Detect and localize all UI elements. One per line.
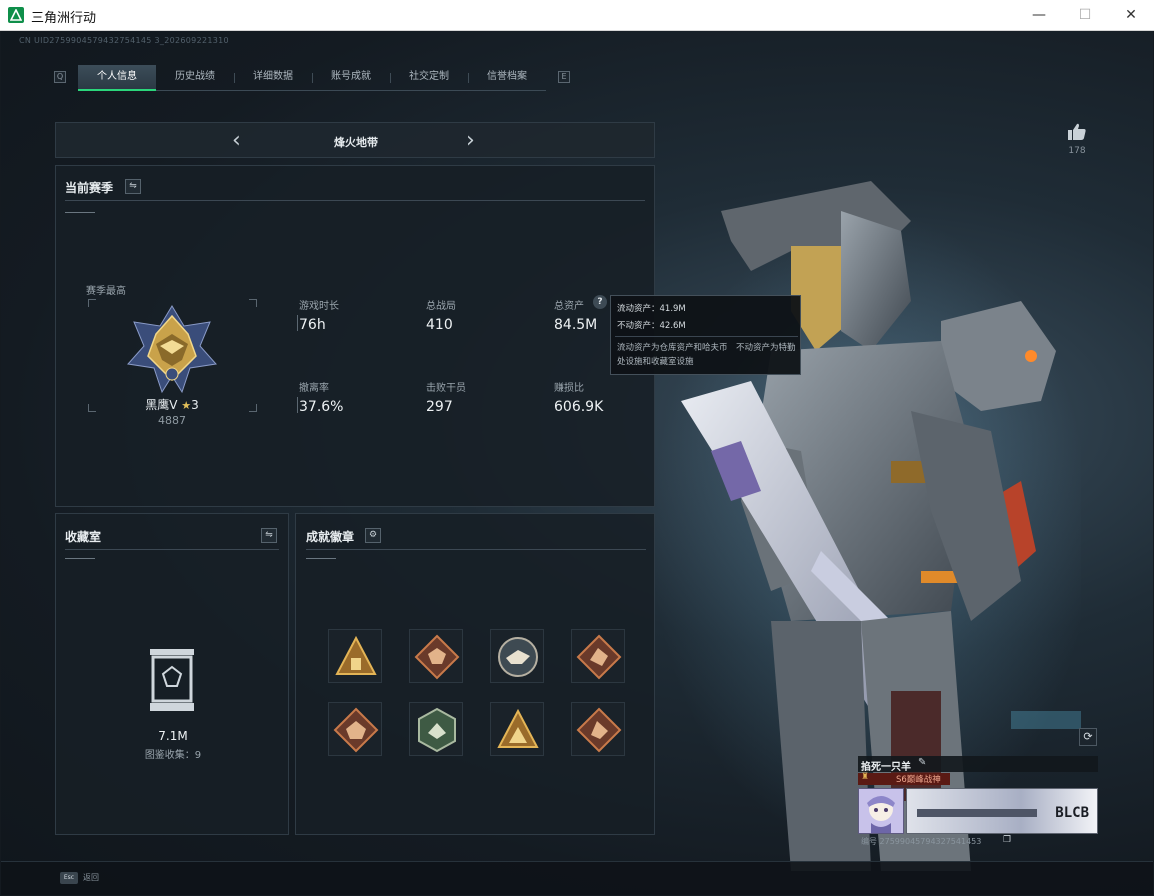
tab-reputation[interactable]: 信誉档案 — [468, 65, 546, 91]
season-title: 当前赛季 — [65, 181, 114, 195]
rotate-view-icon[interactable]: ⟳ — [1079, 728, 1097, 746]
player-title-tag: ♜ S6巅峰战神 — [858, 772, 950, 785]
stat-label-profit-ratio: 赚损比 — [554, 383, 584, 394]
tab-separator — [390, 73, 391, 83]
section-divider — [65, 200, 645, 201]
tab-detailed-data[interactable]: 详细数据 — [234, 65, 312, 91]
player-id: 编号 27599045794327541453 — [861, 837, 982, 846]
edit-name-icon[interactable]: ✎ — [918, 757, 926, 768]
achievement-badge[interactable] — [409, 629, 463, 683]
tab-next-key[interactable]: E — [558, 71, 570, 83]
achievement-badge[interactable] — [490, 629, 544, 683]
season-highest-label: 赛季最高 — [86, 286, 126, 297]
swap-collection-icon[interactable]: ⇋ — [261, 528, 277, 543]
tab-social[interactable]: 社交定制 — [390, 65, 468, 91]
banner-text: BLCB — [1055, 805, 1089, 821]
esc-key-hint[interactable]: Esc — [60, 872, 78, 884]
achievements-panel: 成就徽章 ⚙ — [295, 513, 655, 835]
collection-panel: 收藏室 ⇋ 7.1M 图鉴收集：9 — [55, 513, 289, 835]
collection-count: 图鉴收集：9 — [144, 750, 202, 761]
rank-star-icon: ★ — [181, 399, 192, 412]
back-label[interactable]: 返回 — [83, 872, 99, 883]
like-count: 178 — [1068, 146, 1086, 156]
stat-value-extraction-rate: 37.6% — [299, 399, 344, 415]
swap-season-icon[interactable]: ⇋ — [125, 179, 141, 194]
mode-selector: ‹ 烽火地带 › — [55, 122, 655, 158]
rank-label: 黑鹰V ★3 — [86, 396, 258, 413]
profile-tabs: 个人信息 历史战绩 详细数据 账号成就 社交定制 信誉档案 — [78, 65, 546, 91]
display-case-icon[interactable] — [147, 647, 197, 713]
rank-stars: 3 — [191, 398, 199, 412]
footer-bar: Esc 返回 — [1, 861, 1153, 895]
assets-help-icon[interactable]: ? — [593, 295, 607, 309]
title-tag-icon: ♜ — [861, 772, 870, 782]
stat-label-total-assets: 总资产 — [554, 301, 584, 312]
tooltip-fixed-assets: 不动资产：42.6M — [617, 321, 686, 331]
tab-personal-info[interactable]: 个人信息 — [78, 65, 156, 91]
thumbs-up-icon[interactable] — [1067, 123, 1087, 141]
mode-next-button[interactable]: › — [466, 128, 475, 153]
section-divider — [306, 549, 646, 550]
stat-value-playtime: 76h — [299, 317, 326, 333]
stat-label-operators-killed: 击败干员 — [426, 383, 466, 394]
achievement-badge[interactable] — [409, 702, 463, 756]
stat-value-operators-killed: 297 — [426, 399, 453, 415]
window-titlebar: 三角洲行动 — ☐ ✕ — [0, 0, 1154, 31]
stat-value-profit-ratio: 606.9K — [554, 399, 604, 415]
banner-stripe — [917, 809, 1037, 817]
stat-value-total-matches: 410 — [426, 317, 453, 333]
game-viewport: CN UID2759904579432754145 3_202609221310… — [1, 31, 1153, 895]
window-title: 三角洲行动 — [31, 11, 97, 26]
achievements-title: 成就徽章 — [306, 530, 355, 544]
tooltip-divider — [615, 336, 798, 337]
maximize-button[interactable]: ☐ — [1062, 0, 1108, 31]
achievement-badge[interactable] — [490, 702, 544, 756]
mode-label: 烽火地带 — [334, 136, 378, 149]
close-button[interactable]: ✕ — [1108, 0, 1154, 31]
tab-separator — [468, 73, 469, 83]
section-tick — [65, 212, 95, 213]
frame-corner — [88, 299, 96, 307]
achievements-settings-icon[interactable]: ⚙ — [365, 528, 381, 543]
tab-separator — [234, 73, 235, 83]
stat-value-total-assets: 84.5M — [554, 317, 598, 333]
title-tag-text: S6巅峰战神 — [896, 775, 941, 785]
rank-score: 4887 — [158, 414, 186, 427]
section-tick — [65, 558, 95, 559]
player-banner[interactable]: BLCB — [906, 788, 1098, 834]
achievement-badge[interactable] — [328, 629, 382, 683]
avatar-art — [859, 789, 903, 833]
minimize-button[interactable]: — — [1016, 0, 1062, 31]
collection-value: 7.1M — [158, 729, 188, 743]
season-panel: 当前赛季 ⇋ 赛季最高 黑鹰V ★3 4887 游戏时长 76h 总战局 410… — [55, 165, 655, 507]
uid-watermark: CN UID2759904579432754145 3_202609221310 — [19, 36, 229, 45]
collection-title: 收藏室 — [65, 530, 102, 544]
rank-name: 黑鹰V — [145, 398, 178, 412]
player-avatar[interactable] — [858, 788, 904, 834]
rank-emblem-icon — [127, 305, 217, 394]
achievement-badge[interactable] — [328, 702, 382, 756]
section-tick — [306, 558, 336, 559]
stat-divider — [297, 315, 298, 331]
tooltip-liquid-assets: 流动资产：41.9M — [617, 304, 686, 314]
stat-divider — [297, 397, 298, 413]
section-divider — [65, 549, 279, 550]
tab-achievements[interactable]: 账号成就 — [312, 65, 390, 91]
tooltip-note: 流动资产为仓库资产和哈夫币 不动资产为特勤处设施和收藏室设施 — [617, 343, 796, 367]
stat-label-extraction-rate: 撤离率 — [299, 383, 329, 394]
stat-label-playtime: 游戏时长 — [299, 301, 339, 312]
achievement-badge[interactable] — [571, 629, 625, 683]
assets-tooltip: 流动资产：41.9M 不动资产：42.6M 流动资产为仓库资产和哈夫币 不动资产… — [610, 295, 801, 375]
tab-history[interactable]: 历史战绩 — [156, 65, 234, 91]
app-logo-icon — [8, 7, 24, 23]
tab-prev-key[interactable]: Q — [54, 71, 66, 83]
player-name-row: 掐死一只羊 ✎ — [858, 756, 1098, 773]
tab-separator — [312, 73, 313, 83]
frame-corner — [249, 299, 257, 307]
player-card[interactable]: 掐死一只羊 ✎ ♜ S6巅峰战神 BLCB 编号 275990457943275… — [858, 756, 1098, 846]
stat-label-total-matches: 总战局 — [426, 301, 456, 312]
copy-id-icon[interactable]: ❐ — [1003, 835, 1011, 845]
player-name: 掐死一只羊 — [861, 762, 911, 773]
achievement-badge[interactable] — [571, 702, 625, 756]
